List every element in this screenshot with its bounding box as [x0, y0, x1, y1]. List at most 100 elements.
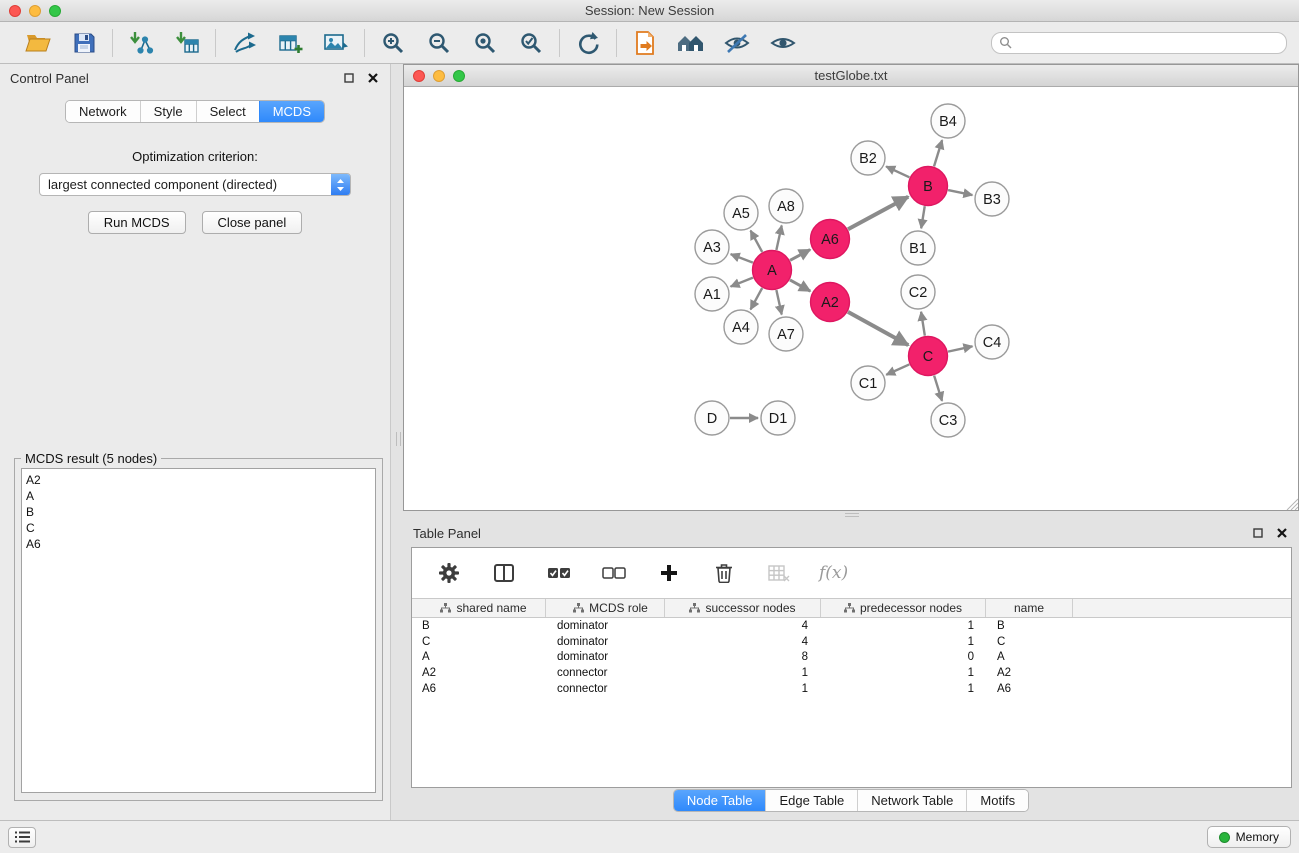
table-cell[interactable]: 1	[665, 667, 821, 679]
column-header-successor-nodes[interactable]: successor nodes	[665, 599, 821, 617]
minimize-network-window-button[interactable]	[433, 70, 445, 82]
import-table-file-button[interactable]	[172, 27, 202, 59]
close-panel-action-button[interactable]: Close panel	[202, 211, 303, 234]
edge-A-A3[interactable]	[731, 254, 753, 263]
tab-mcds[interactable]: MCDS	[259, 101, 324, 122]
mcds-result-item[interactable]: B	[26, 504, 375, 520]
export-image-button[interactable]	[321, 27, 351, 59]
function-builder-button[interactable]: f(x)	[819, 563, 848, 583]
table-row[interactable]: Bdominator41B	[412, 618, 1291, 634]
edge-B-B4[interactable]	[934, 140, 942, 166]
mcds-result-item[interactable]: C	[26, 520, 375, 536]
tab-network-table[interactable]: Network Table	[857, 790, 966, 811]
edge-A-A2[interactable]	[790, 280, 810, 291]
new-table-button[interactable]	[275, 27, 305, 59]
close-network-window-button[interactable]	[413, 70, 425, 82]
refresh-layout-button[interactable]	[573, 27, 603, 59]
table-cell[interactable]: dominator	[546, 620, 665, 632]
tab-motifs[interactable]: Motifs	[966, 790, 1028, 811]
memory-button[interactable]: Memory	[1207, 826, 1291, 848]
edge-C-C3[interactable]	[934, 376, 942, 401]
network-canvas[interactable]: AA1A2A3A4A5A6A7A8BB1B2B3B4CC1C2C3C4DD1	[404, 87, 1298, 510]
save-session-button[interactable]	[69, 27, 99, 59]
edge-A-A8[interactable]	[776, 226, 781, 250]
column-header-mcds-role[interactable]: MCDS role	[546, 599, 665, 617]
node-B4[interactable]: B4	[931, 104, 965, 138]
close-window-button[interactable]	[9, 5, 21, 17]
node-C2[interactable]: C2	[901, 275, 935, 309]
table-cell[interactable]: 1	[821, 683, 986, 695]
table-cell[interactable]: 1	[821, 636, 986, 648]
table-cell[interactable]: B	[986, 620, 1073, 632]
table-cell[interactable]: A6	[412, 683, 546, 695]
criterion-dropdown[interactable]: largest connected component (directed)	[39, 173, 351, 196]
zoom-in-button[interactable]	[378, 27, 408, 59]
node-D1[interactable]: D1	[761, 401, 795, 435]
vertical-splitter-grip[interactable]	[396, 432, 401, 446]
edge-C-C2[interactable]	[921, 312, 925, 336]
mcds-result-item[interactable]: A	[26, 488, 375, 504]
edge-A-A4[interactable]	[751, 288, 763, 309]
node-A6[interactable]: A6	[811, 220, 850, 259]
table-cell[interactable]: C	[986, 636, 1073, 648]
table-cell[interactable]: A2	[412, 667, 546, 679]
table-cell[interactable]: A	[412, 651, 546, 663]
node-A2[interactable]: A2	[811, 283, 850, 322]
table-row[interactable]: A6connector11A6	[412, 681, 1291, 697]
node-A7[interactable]: A7	[769, 317, 803, 351]
show-hide-view-button[interactable]	[768, 27, 798, 59]
show-task-history-button[interactable]	[8, 827, 36, 848]
column-header-shared-name[interactable]: shared name	[412, 599, 546, 617]
table-cell[interactable]: 8	[665, 651, 821, 663]
node-A4[interactable]: A4	[724, 310, 758, 344]
edge-A-A7[interactable]	[776, 290, 781, 314]
edge-A-A5[interactable]	[751, 231, 763, 252]
node-C4[interactable]: C4	[975, 325, 1009, 359]
edge-B-B1[interactable]	[921, 206, 925, 228]
table-cell[interactable]: A6	[986, 683, 1073, 695]
column-header-predecessor-nodes[interactable]: predecessor nodes	[821, 599, 986, 617]
delete-column-button[interactable]	[709, 557, 739, 589]
zoom-fit-button[interactable]	[470, 27, 500, 59]
select-all-button[interactable]	[544, 557, 574, 589]
edge-A-A1[interactable]	[731, 278, 753, 287]
column-header-name[interactable]: name	[986, 599, 1073, 617]
node-A8[interactable]: A8	[769, 189, 803, 223]
edge-C-C1[interactable]	[886, 364, 909, 374]
node-C3[interactable]: C3	[931, 403, 965, 437]
deselect-all-button[interactable]	[599, 557, 629, 589]
tab-select[interactable]: Select	[196, 101, 259, 122]
graphics-details-button[interactable]	[722, 27, 752, 59]
table-row[interactable]: Cdominator41C	[412, 634, 1291, 650]
node-A[interactable]: A	[753, 251, 792, 290]
edge-C-C4[interactable]	[948, 346, 972, 351]
table-cell[interactable]: 1	[821, 667, 986, 679]
node-B[interactable]: B	[909, 167, 948, 206]
new-network-button[interactable]	[229, 27, 259, 59]
tab-edge-table[interactable]: Edge Table	[765, 790, 857, 811]
run-mcds-button[interactable]: Run MCDS	[88, 211, 186, 234]
show-columns-button[interactable]	[489, 557, 519, 589]
node-A3[interactable]: A3	[695, 230, 729, 264]
table-cell[interactable]: A2	[986, 667, 1073, 679]
table-cell[interactable]: 1	[665, 683, 821, 695]
tab-node-table[interactable]: Node Table	[674, 790, 766, 811]
horizontal-splitter-grip[interactable]	[845, 513, 859, 517]
edge-A6-B[interactable]	[848, 197, 908, 230]
table-cell[interactable]: dominator	[546, 651, 665, 663]
close-panel-button[interactable]	[366, 71, 380, 85]
table-cell[interactable]: connector	[546, 667, 665, 679]
float-panel-button[interactable]	[342, 71, 356, 85]
edge-A2-C[interactable]	[848, 312, 908, 345]
zoom-window-button[interactable]	[49, 5, 61, 17]
search-input[interactable]	[991, 32, 1287, 54]
edge-B-B3[interactable]	[948, 190, 972, 195]
tab-network[interactable]: Network	[66, 101, 140, 122]
node-C1[interactable]: C1	[851, 366, 885, 400]
mcds-result-item[interactable]: A6	[26, 536, 375, 552]
table-cell[interactable]: C	[412, 636, 546, 648]
zoom-selected-button[interactable]	[516, 27, 546, 59]
float-table-panel-button[interactable]	[1251, 526, 1265, 540]
table-cell[interactable]: 4	[665, 620, 821, 632]
zoom-out-button[interactable]	[424, 27, 454, 59]
